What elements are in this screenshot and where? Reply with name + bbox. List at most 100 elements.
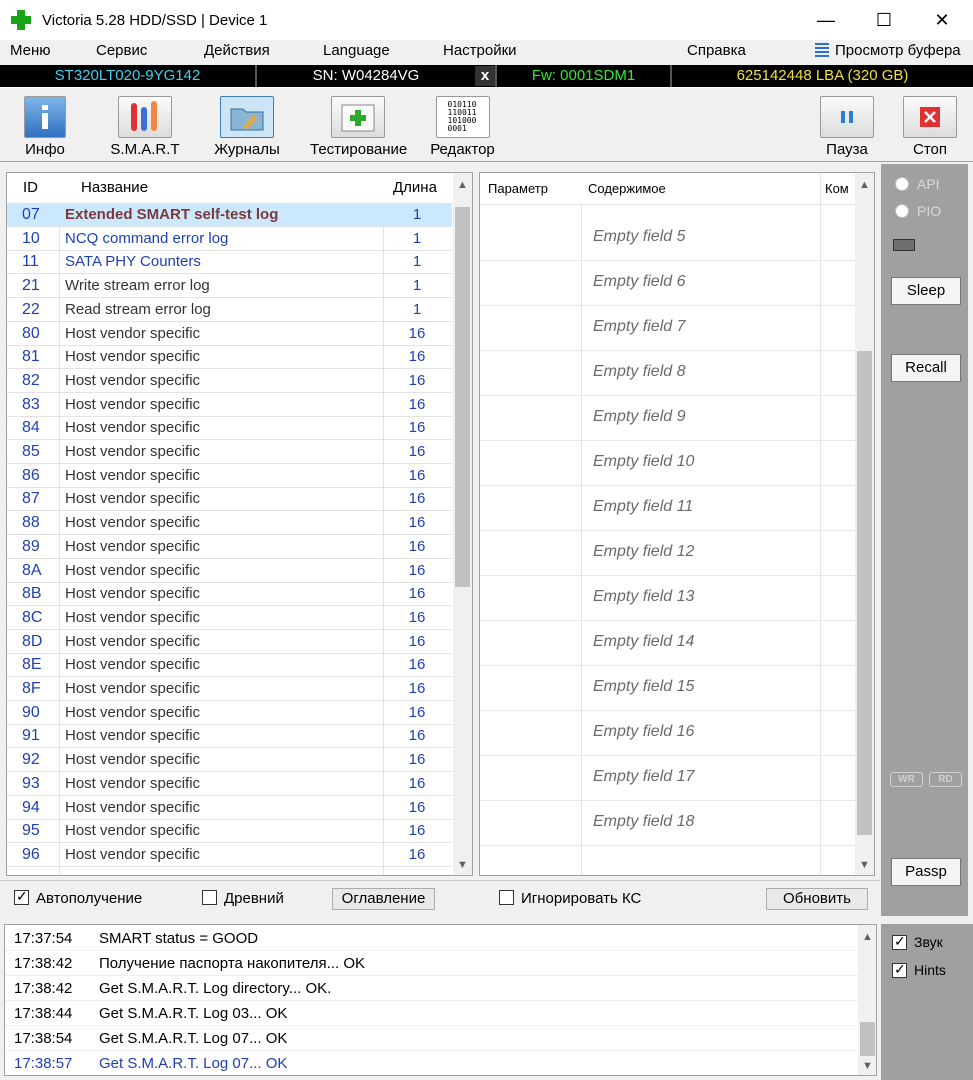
table-row[interactable]: 89 Host vendor specific 16 (7, 535, 452, 559)
field-row[interactable]: Empty field 6 (480, 261, 855, 306)
stop-button[interactable]: Стоп (887, 88, 973, 162)
field-row[interactable]: Empty field 15 (480, 666, 855, 711)
row-id: 84 (22, 419, 40, 437)
scroll-up-icon[interactable]: ▲ (453, 176, 472, 194)
col-header-id[interactable]: ID (23, 179, 38, 196)
table-row[interactable]: 8F Host vendor specific 16 (7, 677, 452, 701)
log-message: SMART status = GOOD (99, 930, 259, 947)
log-scroll-thumb[interactable] (860, 1022, 875, 1056)
col-header-content[interactable]: Содержимое (588, 181, 666, 196)
log-message: Get S.M.A.R.T. Log 07... OK (99, 1055, 288, 1072)
field-row[interactable]: Empty field 17 (480, 756, 855, 801)
table-row[interactable]: 11 SATA PHY Counters 1 (7, 250, 452, 275)
minimize-button[interactable]: — (797, 0, 855, 40)
ignore-cs-checkbox[interactable] (499, 890, 514, 905)
field-row[interactable]: Empty field 10 (480, 441, 855, 486)
device-model[interactable]: ST320LT020-9YG142 (0, 66, 255, 86)
autoload-checkbox[interactable] (14, 888, 29, 905)
field-row[interactable]: Empty field 7 (480, 306, 855, 351)
col-header-comment[interactable]: Ком (825, 181, 849, 196)
info-button[interactable]: Инфо (0, 88, 90, 162)
hints-checkbox[interactable] (892, 961, 907, 978)
sound-checkbox[interactable] (892, 933, 907, 950)
buffer-view-button[interactable]: Просмотр буфера (815, 42, 961, 59)
col-header-length[interactable]: Длина (393, 179, 437, 196)
menu-settings[interactable]: Настройки (443, 42, 517, 59)
device-close-x[interactable]: x (475, 66, 495, 86)
table-row[interactable]: 95 Host vendor specific 16 (7, 819, 452, 844)
row-name: Host vendor specific (65, 348, 201, 366)
passp-button[interactable]: Passp (891, 858, 961, 886)
table-row[interactable]: 94 Host vendor specific 16 (7, 796, 452, 820)
menu-language[interactable]: Language (323, 42, 390, 59)
field-scroll-up-icon[interactable]: ▲ (855, 176, 874, 194)
menu-actions[interactable]: Действия (204, 42, 270, 59)
api-radio[interactable] (895, 177, 909, 191)
table-row[interactable]: 85 Host vendor specific 16 (7, 440, 452, 464)
log-time: 17:38:42 (14, 955, 73, 972)
table-row[interactable]: 80 Host vendor specific 16 (7, 322, 452, 346)
table-row[interactable]: 8D Host vendor specific 16 (7, 630, 452, 654)
menu-help[interactable]: Справка (687, 42, 746, 59)
field-row[interactable]: Empty field 13 (480, 576, 855, 621)
col-header-param[interactable]: Параметр (488, 181, 548, 196)
table-row[interactable]: 93 Host vendor specific 16 (7, 772, 452, 796)
row-name: Host vendor specific (65, 490, 201, 508)
table-row[interactable]: 8B Host vendor specific 16 (7, 582, 452, 607)
close-button[interactable]: ✕ (913, 0, 971, 40)
log-time: 17:38:57 (14, 1055, 73, 1072)
editor-button[interactable]: 010110 110011 101000 0001 Редактор (415, 88, 510, 162)
table-row[interactable]: 92 Host vendor specific 16 (7, 748, 452, 773)
table-row[interactable]: 88 Host vendor specific 16 (7, 511, 452, 536)
table-row[interactable]: 90 Host vendor specific 16 (7, 701, 452, 725)
menu-menu[interactable]: Меню (10, 42, 51, 59)
scroll-thumb[interactable] (455, 207, 470, 587)
field-row[interactable]: Empty field 5 (480, 216, 855, 261)
ancient-checkbox[interactable] (202, 890, 217, 905)
field-scroll-down-icon[interactable]: ▼ (855, 856, 874, 874)
pause-icon (820, 96, 874, 138)
contents-button[interactable]: Оглавление (332, 888, 435, 910)
table-row[interactable]: 10 NCQ command error log 1 (7, 227, 452, 251)
scroll-down-icon[interactable]: ▼ (453, 856, 472, 874)
table-row[interactable]: 84 Host vendor specific 16 (7, 416, 452, 441)
field-scrollbar[interactable]: ▲ ▼ (855, 173, 874, 875)
maximize-button[interactable]: ☐ (855, 0, 913, 40)
table-row[interactable]: 22 Read stream error log 1 (7, 298, 452, 322)
row-id: 92 (22, 751, 40, 769)
field-row[interactable]: Empty field 14 (480, 621, 855, 666)
log-scrollbar[interactable]: ▲ ▼ (858, 925, 876, 1075)
pio-radio[interactable] (895, 204, 909, 218)
col-header-name[interactable]: Название (81, 179, 148, 196)
refresh-button[interactable]: Обновить (766, 888, 868, 910)
log-scroll-down-icon[interactable]: ▼ (858, 1057, 876, 1075)
field-row[interactable]: Empty field 9 (480, 396, 855, 441)
field-row[interactable]: Empty field 16 (480, 711, 855, 756)
sleep-button[interactable]: Sleep (891, 277, 961, 305)
menu-service[interactable]: Сервис (96, 42, 147, 59)
table-row[interactable]: 87 Host vendor specific 16 (7, 487, 452, 512)
recall-button[interactable]: Recall (891, 354, 961, 382)
table-row[interactable]: 8C Host vendor specific 16 (7, 606, 452, 630)
field-row[interactable]: Empty field 18 (480, 801, 855, 846)
table-row[interactable]: 21 Write stream error log 1 (7, 274, 452, 299)
testing-button[interactable]: Тестирование (310, 88, 407, 162)
field-scroll-thumb[interactable] (857, 351, 872, 835)
table-row[interactable]: 8E Host vendor specific 16 (7, 653, 452, 678)
log-scroll-up-icon[interactable]: ▲ (858, 928, 876, 946)
table-row[interactable]: 96 Host vendor specific 16 (7, 843, 452, 867)
pause-button[interactable]: Пауза (802, 88, 892, 162)
smart-button[interactable]: S.M.A.R.T (100, 88, 190, 162)
field-row[interactable]: Empty field 12 (480, 531, 855, 576)
table-row[interactable]: 83 Host vendor specific 16 (7, 393, 452, 417)
field-row[interactable]: Empty field 11 (480, 486, 855, 531)
table-scrollbar[interactable]: ▲ ▼ (453, 173, 472, 875)
field-row[interactable]: Empty field 8 (480, 351, 855, 396)
table-row[interactable]: 86 Host vendor specific 16 (7, 464, 452, 488)
table-row[interactable]: 82 Host vendor specific 16 (7, 369, 452, 393)
table-row[interactable]: 8A Host vendor specific 16 (7, 559, 452, 583)
table-row[interactable]: 81 Host vendor specific 16 (7, 345, 452, 370)
logs-button[interactable]: Журналы (202, 88, 292, 162)
table-row[interactable]: 91 Host vendor specific 16 (7, 724, 452, 749)
table-row[interactable]: 07 Extended SMART self-test log 1 (7, 203, 452, 227)
